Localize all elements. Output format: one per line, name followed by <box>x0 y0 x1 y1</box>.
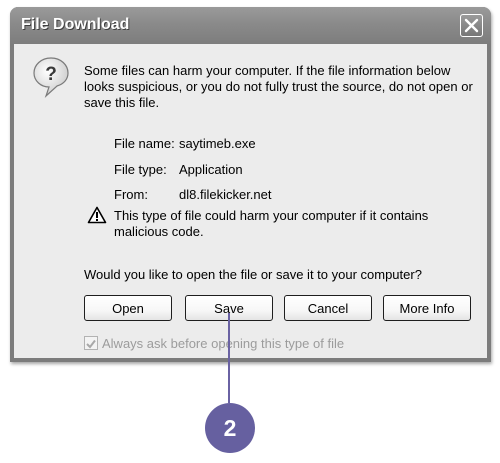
dialog-title: File Download <box>21 16 130 33</box>
open-button[interactable]: Open <box>84 295 172 321</box>
svg-text:?: ? <box>45 64 57 85</box>
file-type-value: Application <box>179 162 243 177</box>
from-label: From: <box>114 187 148 202</box>
question-text: Would you like to open the file or save … <box>84 267 422 282</box>
callout-pointer-line <box>228 313 230 403</box>
file-name-label: File name: <box>114 136 175 151</box>
warning-triangle-icon <box>87 206 107 224</box>
from-value: dl8.filekicker.net <box>179 187 272 202</box>
checkmark-icon <box>86 339 96 349</box>
always-ask-label: Always ask before opening this type of f… <box>102 336 345 351</box>
warning-text: This type of file could harm your comput… <box>114 208 429 239</box>
always-ask-checkbox[interactable] <box>84 336 98 350</box>
close-icon <box>464 18 479 33</box>
more-info-button[interactable]: More Info <box>383 295 471 321</box>
step-callout-badge: 2 <box>205 403 255 453</box>
file-type-label: File type: <box>114 162 167 177</box>
title-bar[interactable]: File Download <box>10 7 491 44</box>
question-balloon-icon: ? <box>33 57 69 98</box>
cancel-button[interactable]: Cancel <box>284 295 372 321</box>
file-download-dialog: File Download ? Some files can harm your… <box>10 7 491 362</box>
file-name-value: saytimeb.exe <box>179 136 256 151</box>
close-button[interactable] <box>460 14 483 37</box>
dialog-body: ? Some files can harm your computer. If … <box>14 44 487 358</box>
intro-text: Some files can harm your computer. If th… <box>84 63 473 110</box>
